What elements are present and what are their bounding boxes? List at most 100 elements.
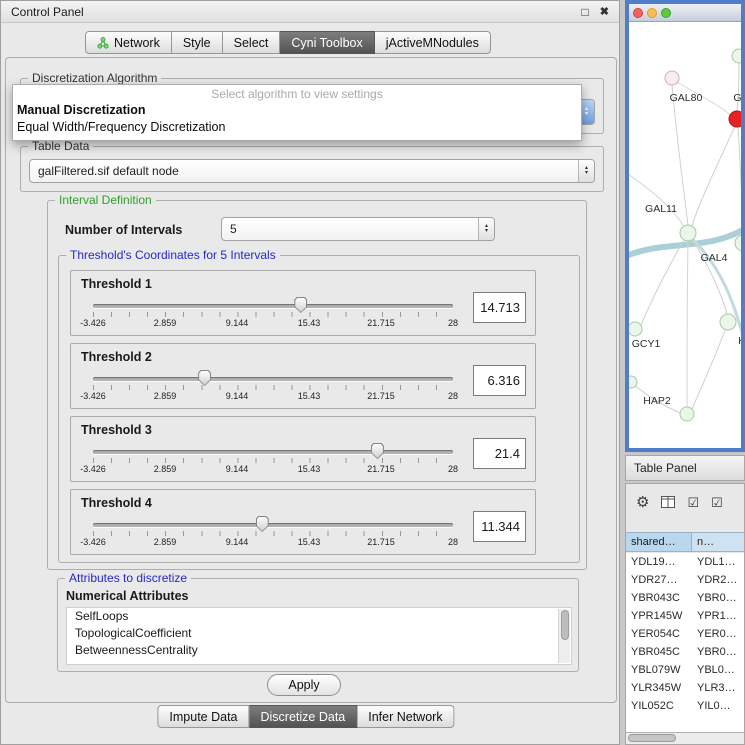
network-edge[interactable] xyxy=(641,240,684,325)
table-cell[interactable]: YBL079W xyxy=(626,661,692,679)
close-window-icon[interactable]: ✖ xyxy=(600,5,609,19)
table-cell[interactable]: YBR045C xyxy=(626,643,692,661)
table-cell[interactable]: YIL052C xyxy=(626,697,692,715)
table-row[interactable]: YPR145WYPR1… xyxy=(626,607,744,625)
network-node[interactable] xyxy=(732,49,741,63)
table-cell[interactable]: YER0… xyxy=(692,625,744,643)
popup-option-equal-width-frequency[interactable]: Equal Width/Frequency Discretization xyxy=(13,119,581,136)
threshold-2-slider[interactable]: -3.4262.8599.14415.4321.71528 xyxy=(71,344,535,408)
network-node[interactable] xyxy=(680,225,696,241)
control-panel-titlebar[interactable]: Control Panel □ ✖ xyxy=(1,1,619,23)
popup-option-manual-discretization[interactable]: Manual Discretization xyxy=(13,102,581,119)
list-item[interactable]: TopologicalCoefficient xyxy=(67,625,571,642)
table-cell[interactable]: YLR345W xyxy=(626,679,692,697)
list-item[interactable]: SelfLoops xyxy=(67,608,571,625)
slider-track[interactable] xyxy=(93,450,453,454)
slider-thumb[interactable] xyxy=(256,516,269,532)
threshold-2-value-field[interactable]: 6.316 xyxy=(473,365,526,396)
network-node[interactable] xyxy=(629,322,642,336)
combobox-stepper-icon[interactable]: ▴▾ xyxy=(478,218,494,240)
slider-track[interactable] xyxy=(93,304,453,308)
network-edge[interactable] xyxy=(738,127,741,235)
gear-icon[interactable]: ⚙ xyxy=(636,495,649,510)
close-traffic-light-icon[interactable] xyxy=(633,8,643,18)
table-cell[interactable]: YPR145W xyxy=(626,607,692,625)
slider-thumb[interactable] xyxy=(294,297,307,313)
network-node[interactable] xyxy=(735,235,741,251)
network-edge[interactable] xyxy=(687,241,688,407)
table-cell[interactable]: YDR2… xyxy=(692,571,744,589)
combobox-value: 5 xyxy=(222,218,478,240)
network-node[interactable] xyxy=(629,376,637,388)
group-title: Threshold's Coordinates for 5 Intervals xyxy=(66,248,280,262)
columns-icon[interactable] xyxy=(661,496,675,508)
numerical-attributes-list[interactable]: SelfLoops TopologicalCoefficient Between… xyxy=(66,607,572,665)
table-cell[interactable]: YDL19… xyxy=(626,553,692,571)
table-cell[interactable]: YDL1… xyxy=(692,553,744,571)
minimize-traffic-light-icon[interactable] xyxy=(647,8,657,18)
threshold-4-slider[interactable]: -3.4262.8599.14415.4321.71528 xyxy=(71,490,535,554)
table-cell[interactable]: YBR0… xyxy=(692,643,744,661)
checkbox-icon[interactable]: ☑ xyxy=(711,495,723,510)
scrollbar-thumb[interactable] xyxy=(628,734,676,742)
threshold-3-slider[interactable]: -3.4262.8599.14415.4321.71528 xyxy=(71,417,535,481)
network-edge[interactable] xyxy=(692,126,735,226)
table-cell[interactable]: YER054C xyxy=(626,625,692,643)
network-node[interactable] xyxy=(680,407,694,421)
slider-track[interactable] xyxy=(93,523,453,527)
network-node[interactable] xyxy=(729,111,741,127)
tab-cyni-toolbox[interactable]: Cyni Toolbox xyxy=(280,31,374,54)
threshold-4-value-field[interactable]: 11.344 xyxy=(473,511,526,542)
network-edge[interactable] xyxy=(691,330,725,411)
tab-discretize-data[interactable]: Discretize Data xyxy=(250,705,358,728)
table-panel-header[interactable]: Table Panel xyxy=(625,455,745,481)
slider-scale-label: 15.43 xyxy=(298,391,321,401)
table-row[interactable]: YLR345WYLR3… xyxy=(626,679,744,697)
table-row[interactable]: YBR043CYBR0… xyxy=(626,589,744,607)
table-row[interactable]: YBL079WYBL0… xyxy=(626,661,744,679)
network-node[interactable] xyxy=(720,314,736,330)
table-cell[interactable]: YPR1… xyxy=(692,607,744,625)
column-header-shared-name[interactable]: shared… xyxy=(626,533,692,551)
slider-track[interactable] xyxy=(93,377,453,381)
threshold-1-value-field[interactable]: 14.713 xyxy=(473,292,526,323)
tab-label: Infer Network xyxy=(368,710,442,724)
network-window-titlebar[interactable] xyxy=(629,4,741,22)
slider-thumb[interactable] xyxy=(371,443,384,459)
number-of-intervals-combobox[interactable]: 5 ▴▾ xyxy=(221,217,495,241)
tab-select[interactable]: Select xyxy=(223,31,281,54)
table-row[interactable]: YBR045CYBR0… xyxy=(626,643,744,661)
threshold-1-slider[interactable]: -3.4262.8599.14415.4321.71528 xyxy=(71,271,535,335)
table-cell[interactable]: YBL0… xyxy=(692,661,744,679)
tab-impute-data[interactable]: Impute Data xyxy=(157,705,249,728)
network-node[interactable] xyxy=(665,71,679,85)
tab-infer-network[interactable]: Infer Network xyxy=(357,705,454,728)
network-edge[interactable] xyxy=(629,172,684,227)
list-item[interactable]: BetweennessCentrality xyxy=(67,642,571,659)
vertical-scrollbar[interactable] xyxy=(558,609,570,663)
table-cell[interactable]: YBR0… xyxy=(692,589,744,607)
tab-jactivemnodules[interactable]: jActiveMNodules xyxy=(375,31,491,54)
horizontal-scrollbar[interactable] xyxy=(626,732,744,744)
table-row[interactable]: YER054CYER0… xyxy=(626,625,744,643)
table-cell[interactable]: YIL0… xyxy=(692,697,744,715)
table-cell[interactable]: YBR043C xyxy=(626,589,692,607)
tab-network[interactable]: Network xyxy=(85,31,172,54)
column-header-name[interactable]: n… xyxy=(692,533,744,551)
float-window-icon[interactable]: □ xyxy=(582,5,589,19)
table-row[interactable]: YIL052CYIL0… xyxy=(626,697,744,715)
checkbox-icon[interactable]: ☑ xyxy=(687,495,699,510)
table-cell[interactable]: YLR3… xyxy=(692,679,744,697)
scrollbar-thumb[interactable] xyxy=(561,610,569,640)
threshold-3-value-field[interactable]: 21.4 xyxy=(473,438,526,469)
zoom-traffic-light-icon[interactable] xyxy=(661,8,671,18)
network-canvas-svg[interactable]: GAL80GAGAL11GAL4GCY1HHAP2 xyxy=(629,22,741,448)
combobox-stepper-icon[interactable]: ▴▾ xyxy=(578,160,594,182)
table-row[interactable]: YDL19…YDL1… xyxy=(626,553,744,571)
slider-thumb[interactable] xyxy=(198,370,211,386)
tab-style[interactable]: Style xyxy=(172,31,223,54)
table-cell[interactable]: YDR27… xyxy=(626,571,692,589)
table-row[interactable]: YDR27…YDR2… xyxy=(626,571,744,589)
apply-button[interactable]: Apply xyxy=(267,674,341,696)
table-data-combobox[interactable]: galFiltered.sif default node ▴▾ xyxy=(29,159,595,183)
